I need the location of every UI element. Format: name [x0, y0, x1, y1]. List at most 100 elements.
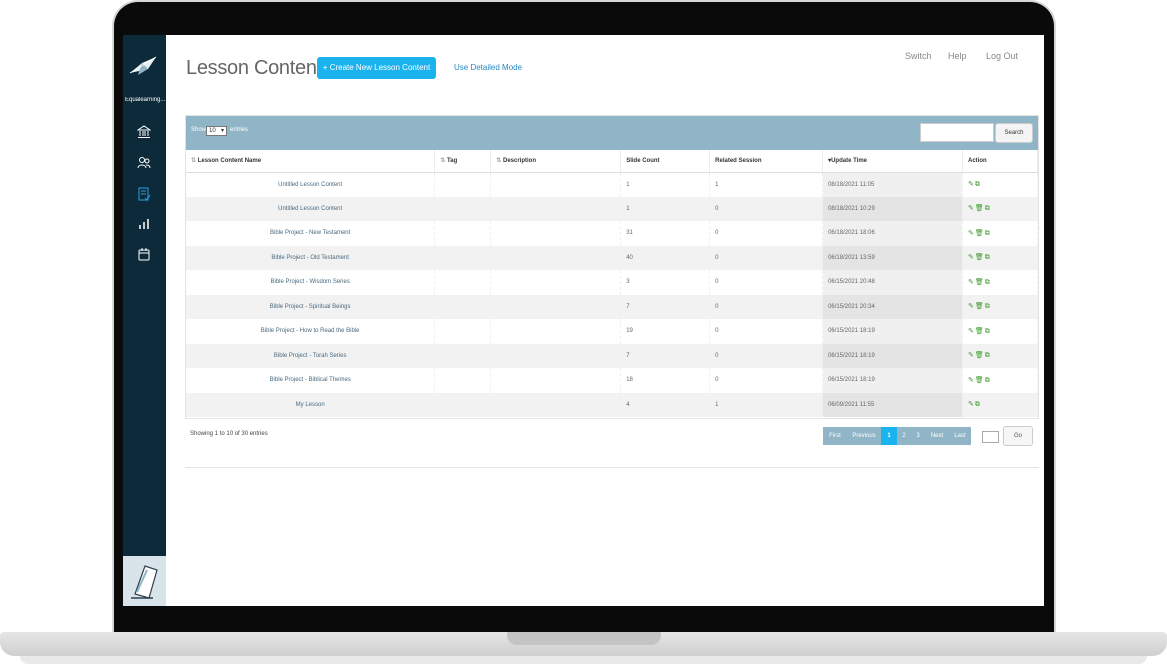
column-header-update-time[interactable]: ▾Update Time	[822, 150, 963, 173]
delete-icon[interactable]: 🗑	[975, 302, 984, 310]
goto-page-input[interactable]	[982, 431, 999, 443]
column-header-action: Action	[962, 150, 1039, 173]
cell-slide-count: 40	[620, 245, 711, 270]
pagination-page-2[interactable]: 2	[897, 427, 911, 445]
cell-name[interactable]: Bible Project - New Testament	[186, 221, 436, 246]
pagination-previous[interactable]: Previous	[847, 427, 881, 445]
cell-update-time: 08/18/2021 10:29	[822, 196, 963, 221]
pagination-last[interactable]: Last	[949, 427, 971, 445]
users-icon[interactable]	[137, 156, 151, 170]
entries-per-page-select[interactable]: 10 ▾	[206, 126, 227, 136]
cell-update-time: 06/18/2021 18:06	[822, 221, 963, 246]
table-row: My Lesson 4 1 06/09/2021 11:55 ✎⧉	[186, 392, 1039, 417]
cell-description	[490, 294, 622, 319]
edit-icon[interactable]: ✎	[968, 180, 974, 188]
delete-icon[interactable]: 🗑	[975, 376, 984, 384]
column-header-name[interactable]: ⇅ Lesson Content Name	[186, 150, 436, 173]
table-toolbar: Show 10 ▾ entries Search	[186, 116, 1038, 150]
cell-update-time: 06/15/2021 20:48	[822, 270, 963, 295]
search-button[interactable]: Search	[995, 123, 1033, 143]
cell-name[interactable]: Bible Project - Torah Series	[186, 343, 436, 368]
cell-actions: ✎🗑⧉	[962, 245, 1039, 270]
cell-name[interactable]: Bible Project - How to Read the Bible	[186, 319, 436, 344]
copy-icon[interactable]: ⧉	[985, 230, 990, 238]
bank-icon[interactable]	[137, 125, 151, 139]
search-input[interactable]	[920, 123, 994, 142]
cell-name[interactable]: Untitled Lesson Content	[186, 196, 436, 221]
cell-slide-count: 1	[620, 196, 711, 221]
copy-icon[interactable]: ⧉	[975, 401, 980, 409]
delete-icon[interactable]: 🗑	[975, 204, 984, 212]
delete-icon[interactable]: 🗑	[975, 253, 984, 261]
cell-actions: ✎🗑⧉	[962, 221, 1039, 246]
content-divider	[185, 467, 1039, 468]
edit-icon[interactable]: ✎	[968, 400, 974, 408]
cell-name[interactable]: Untitled Lesson Content	[186, 172, 436, 197]
cell-tag	[434, 196, 492, 221]
cell-name[interactable]: Bible Project - Old Testament	[186, 245, 436, 270]
column-header-description[interactable]: ⇅ Description	[490, 150, 622, 173]
column-header-tag[interactable]: ⇅ Tag	[434, 150, 492, 173]
logout-link[interactable]: Log Out	[986, 51, 1018, 61]
edit-icon[interactable]: ✎	[968, 278, 974, 286]
cell-tag	[434, 343, 492, 368]
cell-description	[490, 196, 622, 221]
copy-icon[interactable]: ⧉	[985, 279, 990, 287]
delete-icon[interactable]: 🗑	[975, 229, 984, 237]
edit-icon[interactable]: ✎	[968, 302, 974, 310]
edit-icon[interactable]: ✎	[968, 327, 974, 335]
calendar-icon[interactable]	[137, 247, 151, 261]
pagination-next[interactable]: Next	[925, 427, 949, 445]
app-logo-icon[interactable]	[128, 55, 160, 77]
cell-name[interactable]: Bible Project - Biblical Themes	[186, 368, 436, 393]
cell-slide-count: 19	[620, 319, 711, 344]
edit-icon[interactable]: ✎	[968, 351, 974, 359]
go-button[interactable]: Go	[1003, 426, 1033, 446]
help-link[interactable]: Help	[948, 51, 967, 61]
main-content: Lesson Contents + Create New Lesson Cont…	[166, 35, 1044, 606]
cell-related-session: 0	[709, 294, 824, 319]
copy-icon[interactable]: ⧉	[975, 181, 980, 189]
copy-icon[interactable]: ⧉	[985, 328, 990, 336]
cell-update-time: 08/18/2021 11:05	[822, 172, 963, 197]
detailed-mode-link[interactable]: Use Detailed Mode	[454, 63, 522, 72]
copy-icon[interactable]: ⧉	[985, 352, 990, 360]
cell-related-session: 0	[709, 221, 824, 246]
edit-icon[interactable]: ✎	[968, 253, 974, 261]
delete-icon[interactable]: 🗑	[975, 327, 984, 335]
cell-update-time: 06/15/2021 20:34	[822, 294, 963, 319]
copy-icon[interactable]: ⧉	[985, 377, 990, 385]
cell-slide-count: 7	[620, 294, 711, 319]
pagination-first[interactable]: First	[823, 427, 847, 445]
cell-description	[490, 172, 622, 197]
cell-name[interactable]: Bible Project - Spiritual Beings	[186, 294, 436, 319]
lesson-checklist-icon[interactable]	[137, 187, 151, 201]
cell-tag	[434, 368, 492, 393]
user-thumbnail[interactable]	[123, 556, 166, 606]
copy-icon[interactable]: ⧉	[985, 254, 990, 262]
cell-name[interactable]: Bible Project - Wisdom Series	[186, 270, 436, 295]
cell-related-session: 0	[709, 196, 824, 221]
edit-icon[interactable]: ✎	[968, 229, 974, 237]
cell-tag	[434, 392, 492, 417]
pagination-page-1[interactable]: 1	[881, 427, 897, 445]
create-lesson-button[interactable]: + Create New Lesson Content	[317, 57, 436, 79]
copy-icon[interactable]: ⧉	[985, 303, 990, 311]
copy-icon[interactable]: ⧉	[985, 205, 990, 213]
pagination-page-3[interactable]: 3	[911, 427, 925, 445]
table-row: Untitled Lesson Content 1 1 08/18/2021 11:0…	[186, 172, 1039, 197]
edit-icon[interactable]: ✎	[968, 204, 974, 212]
switch-link[interactable]: Switch	[905, 51, 932, 61]
cell-update-time: 06/15/2021 18:19	[822, 343, 963, 368]
cell-slide-count: 3	[620, 270, 711, 295]
cell-tag	[434, 245, 492, 270]
edit-icon[interactable]: ✎	[968, 376, 974, 384]
cell-update-time: 06/15/2021 18:19	[822, 319, 963, 344]
entries-label: entries	[230, 127, 249, 133]
laptop-base-shadow	[20, 656, 1147, 664]
delete-icon[interactable]: 🗑	[975, 351, 984, 359]
cell-related-session: 0	[709, 319, 824, 344]
delete-icon[interactable]: 🗑	[975, 278, 984, 286]
chart-icon[interactable]	[137, 217, 151, 231]
cell-name[interactable]: My Lesson	[186, 392, 436, 417]
